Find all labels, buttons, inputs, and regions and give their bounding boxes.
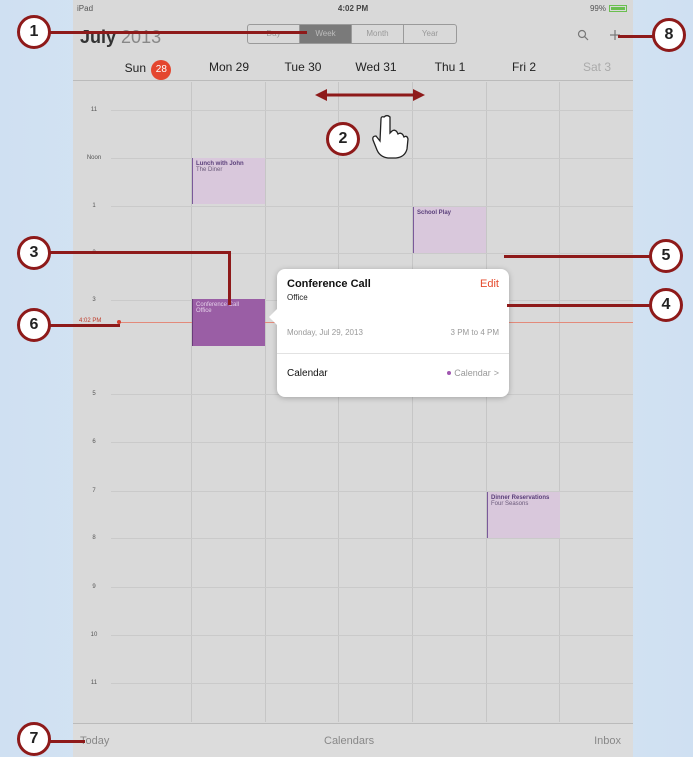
day-tue[interactable]: Tue 30: [266, 60, 340, 74]
segment-week[interactable]: Week: [300, 25, 352, 43]
hour-line: [111, 683, 633, 684]
calendar-header: July 2013 Day Week Month Year: [73, 16, 633, 56]
popover-title: Conference Call: [287, 278, 371, 290]
callout-leader: [49, 324, 120, 327]
callout-leader: [49, 740, 85, 743]
today-badge: 28: [151, 60, 172, 80]
event-location: Office: [196, 308, 212, 314]
day-thu[interactable]: Thu 1: [413, 60, 487, 74]
column-divider: [559, 82, 560, 722]
hand-gesture-icon: [372, 114, 409, 159]
hour-line: [111, 635, 633, 636]
battery-indicator: 99%: [590, 4, 627, 13]
header-icons: [577, 28, 621, 44]
hour-label: 11: [90, 107, 98, 113]
event-dinner-reservations[interactable]: Dinner Reservations Four Seasons: [487, 492, 560, 538]
ipad-screen: iPad 4:02 PM 99% July 2013 Day Week Mont…: [73, 0, 633, 757]
edit-button[interactable]: Edit: [480, 278, 499, 290]
hour-line: [111, 206, 633, 207]
calendar-row-value[interactable]: Calendar >: [447, 368, 499, 378]
search-icon[interactable]: [577, 28, 589, 44]
event-location: The Diner: [196, 167, 223, 173]
callout-leader: [49, 251, 229, 254]
callout-leader: [504, 255, 651, 258]
popover-time: 3 PM to 4 PM: [450, 328, 499, 337]
day-mon[interactable]: Mon 29: [192, 60, 266, 74]
calendar-name: Calendar: [454, 368, 491, 378]
day-sun[interactable]: Sun 28: [111, 60, 185, 80]
bottom-toolbar: Today Calendars Inbox: [73, 723, 633, 757]
hour-label: 10: [90, 632, 98, 638]
hour-line: [111, 442, 633, 443]
callout-leader: [618, 35, 654, 38]
hour-label: 1: [92, 203, 96, 209]
popover-location: Office: [287, 293, 308, 302]
popover-date: Monday, Jul 29, 2013: [287, 328, 363, 337]
event-title: School Play: [417, 210, 452, 216]
inbox-button[interactable]: Inbox: [594, 735, 621, 747]
callout-4: 4: [649, 288, 683, 322]
year-label: 2013: [121, 27, 162, 47]
callout-5: 5: [649, 239, 683, 273]
column-divider: [412, 82, 413, 722]
callout-1: 1: [17, 15, 51, 49]
event-lunch-with-john[interactable]: Lunch with John The Diner: [192, 158, 265, 204]
callout-2: 2: [326, 122, 360, 156]
hour-label: Noon: [86, 155, 102, 161]
day-wed[interactable]: Wed 31: [339, 60, 413, 74]
battery-percent: 99%: [589, 3, 606, 13]
status-bar: iPad 4:02 PM 99%: [73, 0, 633, 16]
hour-label: 6: [92, 439, 96, 445]
callout-leader: [49, 31, 307, 34]
hour-line: [111, 110, 633, 111]
callout-8: 8: [652, 18, 686, 52]
day-sat[interactable]: Sat 3: [560, 60, 633, 74]
week-grid[interactable]: 11 Noon 1 2 3 5 6 7 8 9 10 11 4:02 PM Lu…: [73, 82, 633, 722]
day-fri[interactable]: Fri 2: [487, 60, 561, 74]
status-time: 4:02 PM: [337, 3, 369, 13]
month-name: July: [80, 27, 117, 47]
segment-month[interactable]: Month: [352, 25, 404, 43]
segment-day[interactable]: Day: [248, 25, 300, 43]
callout-leader: [228, 251, 231, 305]
callout-7: 7: [17, 722, 51, 756]
swipe-arrow-icon: [315, 89, 425, 101]
hour-label: 11: [90, 680, 98, 686]
hour-line: [111, 587, 633, 588]
calendars-button[interactable]: Calendars: [324, 735, 374, 747]
chevron-right-icon: >: [493, 368, 499, 378]
column-divider: [265, 82, 266, 722]
hour-label: 5: [92, 391, 96, 397]
event-conference-call[interactable]: Conference Call Office: [192, 299, 265, 346]
view-segmented-control: Day Week Month Year: [247, 24, 457, 44]
event-detail-popover: Conference Call Office Edit Monday, Jul …: [269, 269, 509, 397]
week-day-header: Sun 28 Mon 29 Tue 30 Wed 31 Thu 1 Fri 2 …: [73, 57, 633, 81]
calendar-row-label[interactable]: Calendar: [287, 368, 328, 379]
column-divider: [338, 82, 339, 722]
hour-label: 7: [92, 488, 96, 494]
callout-6: 6: [17, 308, 51, 342]
day-name: Sun: [124, 61, 146, 75]
hour-label: 9: [92, 584, 96, 590]
event-school-play[interactable]: School Play: [413, 207, 486, 253]
battery-icon: [609, 4, 627, 12]
column-divider: [486, 82, 487, 722]
hour-label: 8: [92, 535, 96, 541]
segment-year[interactable]: Year: [404, 25, 456, 43]
calendar-color-dot: [447, 371, 452, 375]
popover-divider: [277, 353, 509, 354]
hour-line: [111, 538, 633, 539]
callout-leader: [507, 304, 651, 307]
callout-3: 3: [17, 236, 51, 270]
event-location: Four Seasons: [491, 501, 529, 507]
hour-label: 3: [92, 297, 96, 303]
